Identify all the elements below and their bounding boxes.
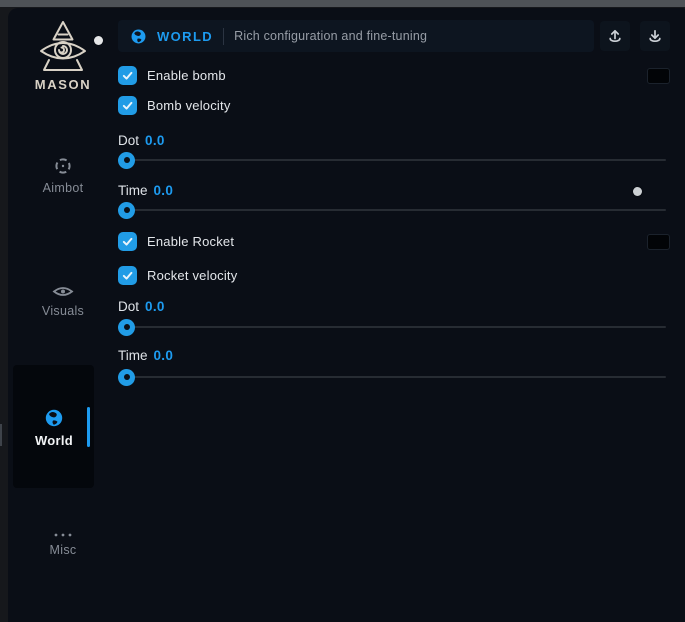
rocket-dot-slider[interactable]: [118, 318, 670, 336]
check-icon: [121, 99, 134, 112]
cursor-dot: [633, 187, 642, 196]
checkbox-row-enable-rocket: Enable Rocket: [118, 232, 670, 251]
slider-name: Dot: [118, 299, 139, 314]
eye-icon: [52, 284, 74, 299]
rocket-color-swatch[interactable]: [647, 234, 670, 250]
checkbox-row-bomb-velocity: Bomb velocity: [118, 96, 670, 115]
slider-value: 0.0: [154, 183, 174, 198]
enable-bomb-checkbox[interactable]: [118, 66, 137, 85]
slider-label-rocket-time: Time 0.0: [118, 348, 670, 363]
slider-value: 0.0: [145, 133, 165, 148]
crosshair-icon: [53, 156, 73, 176]
brand-logo: MASON: [8, 20, 118, 92]
slider-value: 0.0: [145, 299, 165, 314]
slider-track[interactable]: [118, 326, 666, 328]
slider-label-bomb-time: Time 0.0: [118, 183, 670, 198]
slider-value: 0.0: [154, 348, 174, 363]
sidebar-item-label: Visuals: [42, 304, 84, 318]
slider-handle[interactable]: [118, 319, 135, 336]
checkbox-label: Enable bomb: [147, 68, 226, 83]
slider-handle[interactable]: [118, 369, 135, 386]
sidebar-item-label: World: [35, 433, 73, 448]
checkbox-row-rocket-velocity: Rocket velocity: [118, 266, 670, 285]
slider-handle[interactable]: [118, 152, 135, 169]
ellipsis-icon: [53, 532, 73, 538]
sidebar: MASON Aimbot Visuals: [8, 8, 118, 622]
upload-config-button[interactable]: [600, 21, 630, 51]
sidebar-item-label: Aimbot: [43, 181, 84, 195]
section-subtitle: Rich configuration and fine-tuning: [234, 29, 427, 43]
globe-icon: [44, 408, 64, 428]
sidebar-item-visuals[interactable]: Visuals: [8, 284, 118, 318]
slider-label-rocket-dot: Dot 0.0: [118, 299, 670, 314]
section-title: WORLD: [157, 29, 213, 44]
content-area: WORLD Rich configuration and fine-tuning: [118, 20, 670, 386]
checkbox-label: Bomb velocity: [147, 98, 231, 113]
slider-name: Time: [118, 348, 148, 363]
header-row: WORLD Rich configuration and fine-tuning: [118, 20, 670, 52]
header-divider: [223, 28, 224, 45]
window-top-edge: [0, 0, 685, 7]
slider-name: Time: [118, 183, 148, 198]
check-icon: [121, 269, 134, 282]
slider-track[interactable]: [118, 209, 666, 211]
sidebar-item-label: Misc: [50, 543, 77, 557]
upload-icon: [607, 28, 623, 44]
bomb-dot-slider[interactable]: [118, 151, 670, 169]
checkbox-label: Rocket velocity: [147, 268, 237, 283]
download-config-button[interactable]: [640, 21, 670, 51]
bomb-color-swatch[interactable]: [647, 68, 670, 84]
slider-track[interactable]: [118, 376, 666, 378]
masonic-eye-icon: [34, 20, 92, 74]
slider-handle[interactable]: [118, 202, 135, 219]
bomb-velocity-checkbox[interactable]: [118, 96, 137, 115]
cursor-dot: [94, 36, 103, 45]
slider-name: Dot: [118, 133, 139, 148]
sidebar-item-aimbot[interactable]: Aimbot: [8, 156, 118, 195]
section-header: WORLD Rich configuration and fine-tuning: [118, 20, 594, 52]
download-icon: [647, 28, 663, 44]
enable-rocket-checkbox[interactable]: [118, 232, 137, 251]
slider-label-bomb-dot: Dot 0.0: [118, 133, 670, 148]
globe-icon: [130, 28, 147, 45]
rocket-velocity-checkbox[interactable]: [118, 266, 137, 285]
menu-panel: MASON Aimbot Visuals: [8, 8, 685, 622]
brand-name: MASON: [35, 77, 91, 92]
checkbox-label: Enable Rocket: [147, 234, 234, 249]
slider-track[interactable]: [118, 159, 666, 161]
rocket-time-slider[interactable]: [118, 368, 670, 386]
check-icon: [121, 69, 134, 82]
check-icon: [121, 235, 134, 248]
bomb-time-slider[interactable]: [118, 201, 670, 219]
checkbox-row-enable-bomb: Enable bomb: [118, 66, 670, 85]
sidebar-item-misc[interactable]: Misc: [8, 532, 118, 557]
left-edge-artifact: [0, 424, 2, 446]
sidebar-item-world[interactable]: World: [8, 408, 100, 448]
